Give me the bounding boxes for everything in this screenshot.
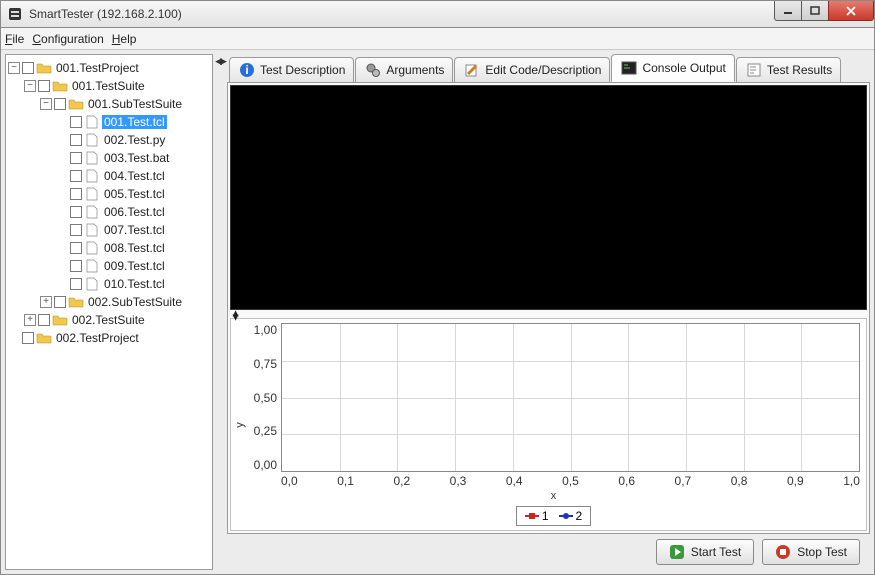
y-axis-label: y — [234, 422, 246, 428]
menu-file[interactable]: File — [5, 32, 24, 46]
tab-edit-code[interactable]: Edit Code/Description — [454, 57, 610, 83]
folder-icon — [36, 331, 52, 345]
plot-canvas — [281, 323, 860, 472]
svg-text:i: i — [245, 63, 248, 77]
tree-node-subsuite[interactable]: − 001.SubTestSuite — [40, 95, 210, 113]
tree-node-file[interactable]: +001.Test.tcl — [56, 113, 210, 131]
tab-arguments[interactable]: Arguments — [355, 57, 453, 83]
tree-node-suite[interactable]: + 002.TestSuite — [24, 311, 210, 329]
minimize-button[interactable] — [774, 1, 802, 21]
tree-node-project[interactable]: + 002.TestProject — [8, 329, 210, 347]
file-icon — [84, 169, 100, 183]
tree-node-suite[interactable]: − 001.TestSuite — [24, 77, 210, 95]
menu-help[interactable]: Help — [112, 32, 137, 46]
title-bar: SmartTester (192.168.2.100) — [0, 0, 875, 28]
folder-icon — [52, 313, 68, 327]
tree-node-subsuite[interactable]: + 002.SubTestSuite — [40, 293, 210, 311]
results-icon — [745, 62, 763, 78]
folder-icon — [68, 97, 84, 111]
tree-node-file[interactable]: +002.Test.py — [56, 131, 210, 149]
start-test-button[interactable]: Start Test — [656, 539, 754, 565]
tree-node-project[interactable]: − 001.TestProject — [8, 59, 210, 77]
tree-node-file[interactable]: +010.Test.tcl — [56, 275, 210, 293]
tab-test-description[interactable]: i Test Description — [229, 57, 354, 83]
file-icon — [84, 115, 100, 129]
x-axis-ticks: 0,00,10,20,30,40,50,60,70,80,91,0 — [281, 472, 860, 488]
tree-node-file[interactable]: +007.Test.tcl — [56, 221, 210, 239]
file-icon — [84, 277, 100, 291]
file-icon — [84, 259, 100, 273]
chart-legend: 1 2 — [247, 502, 860, 526]
horizontal-splitter[interactable]: ◀▶ — [230, 310, 867, 318]
tree-node-file[interactable]: +009.Test.tcl — [56, 257, 210, 275]
chart-area: y 1,000,750,500,250,00 0,00,10,20,30,40,… — [230, 318, 867, 531]
close-button[interactable] — [828, 1, 874, 21]
folder-icon — [52, 79, 68, 93]
play-icon — [669, 544, 685, 560]
vertical-splitter[interactable]: ◀▶ — [217, 54, 223, 570]
gears-icon — [364, 62, 382, 78]
menu-configuration[interactable]: Configuration — [32, 32, 103, 46]
tree-node-file[interactable]: +008.Test.tcl — [56, 239, 210, 257]
tree-node-file[interactable]: +006.Test.tcl — [56, 203, 210, 221]
file-icon — [84, 187, 100, 201]
file-icon — [84, 223, 100, 237]
tab-console-output[interactable]: Console Output — [611, 54, 734, 82]
file-icon — [84, 133, 100, 147]
test-tree[interactable]: − 001.TestProject − 001.TestSuite — [5, 54, 213, 570]
tree-node-file[interactable]: +003.Test.bat — [56, 149, 210, 167]
edit-icon — [463, 62, 481, 78]
file-icon — [84, 241, 100, 255]
menu-bar: File Configuration Help — [1, 28, 874, 50]
file-icon — [84, 205, 100, 219]
y-axis-ticks: 1,000,750,500,250,00 — [247, 323, 281, 472]
folder-icon — [36, 61, 52, 75]
app-icon — [7, 6, 23, 22]
file-icon — [84, 151, 100, 165]
tab-bar: i Test Description Arguments Edit Code/D… — [227, 54, 870, 82]
stop-test-button[interactable]: Stop Test — [762, 539, 860, 565]
tree-node-file[interactable]: +005.Test.tcl — [56, 185, 210, 203]
info-icon: i — [238, 62, 256, 78]
tab-test-results[interactable]: Test Results — [736, 57, 841, 83]
maximize-button[interactable] — [801, 1, 829, 21]
stop-icon — [775, 544, 791, 560]
folder-icon — [68, 295, 84, 309]
console-output-area[interactable] — [230, 85, 867, 310]
console-icon — [620, 60, 638, 76]
tree-node-file[interactable]: +004.Test.tcl — [56, 167, 210, 185]
x-axis-label: x — [247, 488, 860, 502]
window-title: SmartTester (192.168.2.100) — [29, 7, 182, 21]
